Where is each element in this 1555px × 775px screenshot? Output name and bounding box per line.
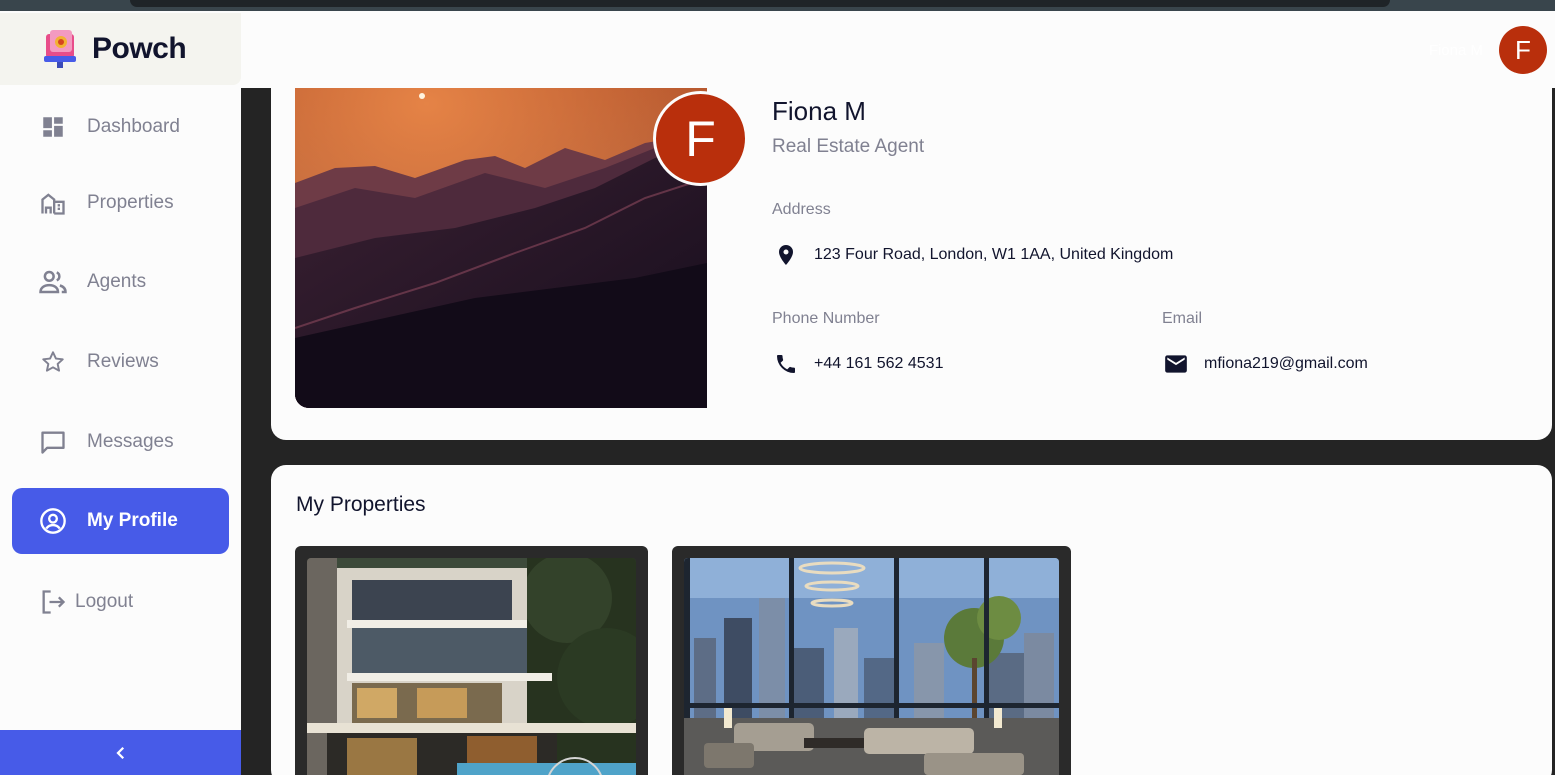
sidebar-item-messages[interactable]: Messages [12, 409, 229, 475]
logo[interactable]: Powch [0, 13, 241, 85]
account-circle-icon [38, 506, 68, 536]
profile-name: Fiona M [772, 96, 866, 126]
phone-row: +44 161 562 4531 [773, 351, 943, 377]
dashboard-icon [38, 112, 68, 142]
logout-icon [38, 587, 68, 617]
message-icon [38, 427, 68, 457]
avatar[interactable]: F [1499, 26, 1547, 74]
modern-house-photo [307, 558, 636, 775]
email-value[interactable]: mfiona219@gmail.com [1204, 355, 1368, 373]
profile-role: Real Estate Agent [772, 136, 925, 157]
location-pin-icon [773, 242, 799, 268]
agents-icon [38, 267, 68, 297]
penthouse-interior-photo [684, 558, 1059, 775]
star-icon [38, 347, 68, 377]
sidebar-collapse-button[interactable] [0, 730, 241, 775]
address-row: 123 Four Road, London, W1 1AA, United Ki… [773, 242, 1173, 268]
phone-label: Phone Number [772, 310, 880, 327]
sidebar-item-label: Properties [87, 192, 174, 213]
email-label: Email [1162, 310, 1203, 327]
browser-address-pill [130, 0, 1390, 7]
sidebar-item-label: Logout [75, 591, 134, 612]
app-name: Powch [92, 32, 187, 65]
my-properties-title: My Properties [296, 493, 426, 516]
sidebar-item-dashboard[interactable]: Dashboard [12, 94, 229, 160]
sidebar-item-agents[interactable]: Agents [12, 249, 229, 315]
my-properties-card: My Properties [271, 465, 1552, 775]
email-row: mfiona219@gmail.com [1163, 351, 1368, 377]
phone-value[interactable]: +44 161 562 4531 [814, 355, 943, 373]
phone-icon [773, 351, 799, 377]
profile-card: F Fiona M Real Estate Agent Address 123 … [271, 88, 1552, 440]
sidebar-item-logout[interactable]: Logout [12, 569, 229, 635]
profile-avatar: F [653, 91, 748, 186]
properties-icon [38, 188, 68, 218]
header-user-name: Fiona M [1428, 41, 1483, 59]
sidebar-item-label: My Profile [87, 510, 178, 531]
sidebar: Dashboard Properties Agents Reviews Mess… [0, 88, 241, 775]
chevron-left-icon [115, 746, 124, 759]
sidebar-item-label: Reviews [87, 351, 159, 372]
sidebar-item-label: Agents [87, 271, 147, 292]
sidebar-item-reviews[interactable]: Reviews [12, 329, 229, 395]
profile-cover-image [295, 88, 707, 408]
top-header: Powch Fiona M F [0, 11, 1555, 88]
sidebar-item-label: Messages [87, 431, 174, 452]
powch-logo-icon [44, 30, 76, 68]
property-card[interactable] [295, 546, 648, 775]
sidebar-item-my-profile[interactable]: My Profile [12, 488, 229, 554]
header-user-menu[interactable]: Fiona M F [1429, 26, 1547, 74]
address-label: Address [772, 201, 831, 218]
address-value: 123 Four Road, London, W1 1AA, United Ki… [814, 246, 1174, 263]
mail-icon [1163, 351, 1189, 377]
property-card[interactable] [672, 546, 1071, 775]
browser-top-strip [0, 0, 1555, 11]
sidebar-item-properties[interactable]: Properties [12, 170, 229, 236]
sidebar-item-label: Dashboard [87, 116, 180, 137]
